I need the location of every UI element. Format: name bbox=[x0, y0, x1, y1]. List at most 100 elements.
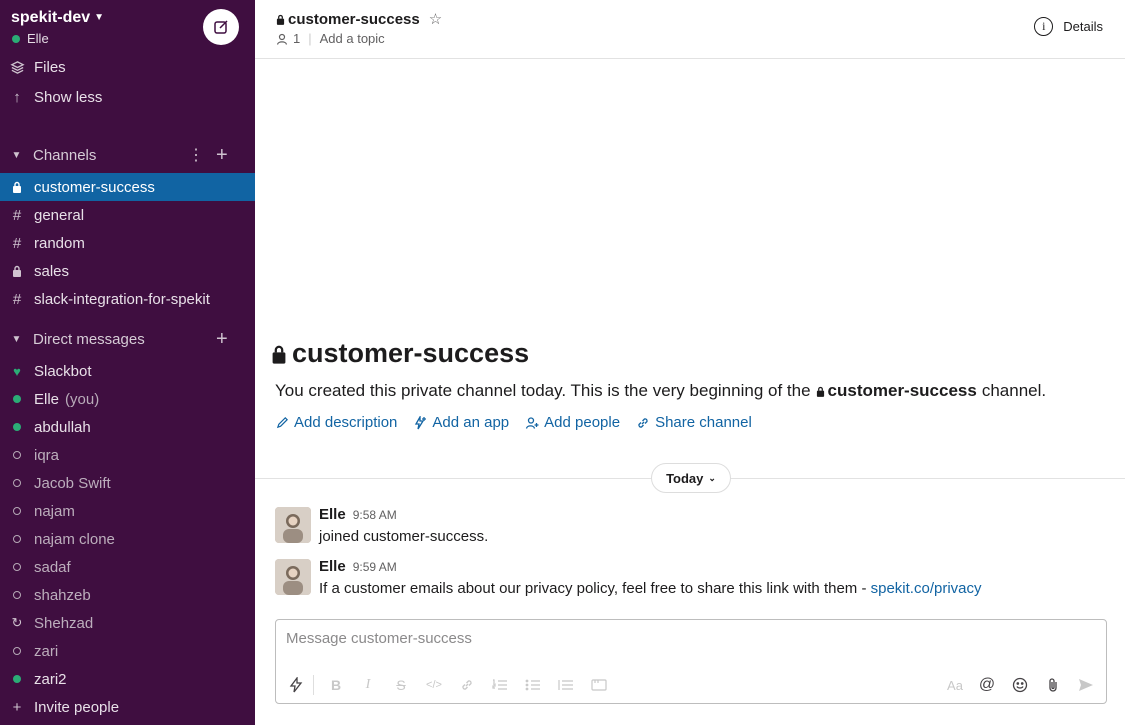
add-people-button[interactable]: Add people bbox=[525, 414, 620, 431]
dm-name: abdullah bbox=[34, 418, 91, 436]
share-channel-button[interactable]: Share channel bbox=[636, 414, 752, 431]
sidebar-item-zari[interactable]: zari bbox=[0, 637, 255, 665]
italic-icon[interactable]: I bbox=[357, 674, 379, 696]
toolbar-separator bbox=[313, 675, 314, 695]
attach-icon[interactable] bbox=[1042, 674, 1064, 696]
sidebar-item-slackbot[interactable]: ♥ Slackbot bbox=[0, 357, 255, 385]
sidebar-item-najam-clone[interactable]: najam clone bbox=[0, 525, 255, 553]
sidebar-item-elle[interactable]: Elle (you) bbox=[0, 385, 255, 413]
ordered-list-icon[interactable] bbox=[489, 674, 511, 696]
meta-separator: | bbox=[308, 31, 312, 46]
message-time[interactable]: 9:58 AM bbox=[353, 508, 397, 522]
dm-name: zari bbox=[34, 642, 59, 660]
sidebar-item-abdullah[interactable]: abdullah bbox=[0, 413, 255, 441]
arrow-up-icon: ↑ bbox=[13, 88, 21, 106]
intro-channel-mention[interactable]: customer-success bbox=[816, 381, 977, 401]
avatar[interactable] bbox=[275, 507, 311, 543]
bold-icon[interactable]: B bbox=[325, 674, 347, 696]
channels-section-header[interactable]: ▼ Channels ⋮ + bbox=[0, 141, 255, 169]
dm-name: sadaf bbox=[34, 558, 71, 576]
invite-people-button[interactable]: + Invite people bbox=[0, 693, 255, 721]
sidebar-item-show-less[interactable]: ↑ Show less bbox=[0, 83, 255, 111]
channel-meta: 1 | Add a topic bbox=[276, 31, 385, 46]
sidebar-item-slack-integration-for-spekit[interactable]: # slack-integration-for-spekit bbox=[0, 285, 255, 313]
add-app-button[interactable]: Add an app bbox=[413, 414, 509, 431]
offline-status-icon bbox=[0, 507, 34, 515]
sidebar-item-random[interactable]: # random bbox=[0, 229, 255, 257]
add-dm-icon[interactable]: + bbox=[216, 328, 228, 351]
sidebar: spekit-dev ▼ Elle Files ↑ Show less ▼ Cha… bbox=[0, 0, 255, 725]
dm-name: najam clone bbox=[34, 530, 115, 548]
send-icon[interactable] bbox=[1075, 674, 1097, 696]
workspace-user[interactable]: Elle bbox=[12, 31, 49, 46]
code-block-icon[interactable] bbox=[588, 674, 610, 696]
workspace-name: spekit-dev bbox=[11, 9, 91, 26]
reconnect-icon: ↻ bbox=[11, 615, 23, 630]
sidebar-item-label: Show less bbox=[34, 88, 103, 106]
message-author[interactable]: Elle bbox=[319, 506, 346, 523]
details-button[interactable]: i Details bbox=[1034, 17, 1103, 36]
heart-icon: ♥ bbox=[13, 363, 21, 379]
sidebar-item-zari2[interactable]: zari2 bbox=[0, 665, 255, 693]
more-options-icon[interactable]: ⋮ bbox=[188, 145, 204, 165]
sidebar-item-shehzad[interactable]: ↻ Shehzad bbox=[0, 609, 255, 637]
online-status-icon bbox=[12, 34, 20, 43]
sidebar-item-customer-success[interactable]: customer-success bbox=[0, 173, 255, 201]
sidebar-item-jacob-swift[interactable]: Jacob Swift bbox=[0, 469, 255, 497]
add-description-button[interactable]: Add description bbox=[276, 414, 397, 431]
bulleted-list-icon[interactable] bbox=[522, 674, 544, 696]
dm-name: Slackbot bbox=[34, 362, 92, 380]
member-count-button[interactable]: 1 bbox=[276, 31, 300, 46]
sidebar-item-najam[interactable]: najam bbox=[0, 497, 255, 525]
sidebar-item-files[interactable]: Files bbox=[0, 53, 255, 81]
sidebar-item-iqra[interactable]: iqra bbox=[0, 441, 255, 469]
strikethrough-icon[interactable]: S bbox=[390, 674, 412, 696]
message-text: If a customer emails about our privacy p… bbox=[319, 580, 867, 597]
message-author[interactable]: Elle bbox=[319, 558, 346, 575]
avatar[interactable] bbox=[275, 559, 311, 595]
sidebar-item-general[interactable]: # general bbox=[0, 201, 255, 229]
sidebar-item-shahzeb[interactable]: shahzeb bbox=[0, 581, 255, 609]
date-divider-button[interactable]: Today ⌄ bbox=[651, 463, 731, 493]
sidebar-item-sales[interactable]: sales bbox=[0, 257, 255, 285]
message-time[interactable]: 9:59 AM bbox=[353, 560, 397, 574]
compose-button[interactable] bbox=[203, 9, 239, 45]
mention-icon[interactable]: @ bbox=[976, 674, 998, 696]
message-link[interactable]: spekit.co/privacy bbox=[871, 580, 982, 597]
blockquote-icon[interactable] bbox=[555, 674, 577, 696]
online-status-icon bbox=[0, 423, 34, 431]
date-divider-label: Today bbox=[666, 470, 704, 486]
message-input[interactable] bbox=[286, 630, 1086, 647]
sidebar-item-sadaf[interactable]: sadaf bbox=[0, 553, 255, 581]
compose-icon bbox=[214, 20, 228, 34]
emoji-icon[interactable] bbox=[1009, 674, 1031, 696]
channel-title-button[interactable]: customer-success ☆ bbox=[276, 10, 442, 28]
add-channel-icon[interactable]: + bbox=[216, 144, 228, 167]
code-icon[interactable]: </> bbox=[423, 674, 445, 696]
link-icon[interactable] bbox=[456, 674, 478, 696]
intro-channel-name: customer-success bbox=[292, 338, 530, 368]
details-label: Details bbox=[1063, 19, 1103, 34]
chevron-down-icon: ⌄ bbox=[708, 472, 716, 483]
message-text: joined customer-success. bbox=[319, 528, 489, 545]
offline-status-icon bbox=[0, 647, 34, 655]
dm-section-header[interactable]: ▼ Direct messages + bbox=[0, 325, 255, 353]
hash-icon: # bbox=[12, 206, 22, 224]
star-icon[interactable]: ☆ bbox=[429, 10, 442, 28]
channel-title: customer-success bbox=[288, 10, 420, 28]
plus-icon: + bbox=[12, 698, 22, 716]
message-header: Elle 9:59 AM bbox=[319, 558, 397, 575]
pencil-icon bbox=[276, 417, 288, 429]
channel-name: random bbox=[34, 234, 85, 252]
layers-icon bbox=[0, 60, 34, 75]
lock-icon bbox=[816, 386, 824, 397]
caret-down-icon: ▼ bbox=[11, 149, 22, 161]
formatting-toggle[interactable]: Aa bbox=[944, 674, 966, 696]
channel-name: customer-success bbox=[34, 178, 155, 196]
add-topic-link[interactable]: Add a topic bbox=[320, 31, 385, 46]
workspace-menu[interactable]: spekit-dev ▼ bbox=[11, 9, 104, 27]
intro-channel-label: customer-success bbox=[827, 381, 977, 400]
caret-down-icon: ▼ bbox=[11, 333, 22, 345]
shortcuts-bolt-icon[interactable] bbox=[285, 674, 307, 696]
bolt-plus-icon bbox=[415, 415, 427, 429]
